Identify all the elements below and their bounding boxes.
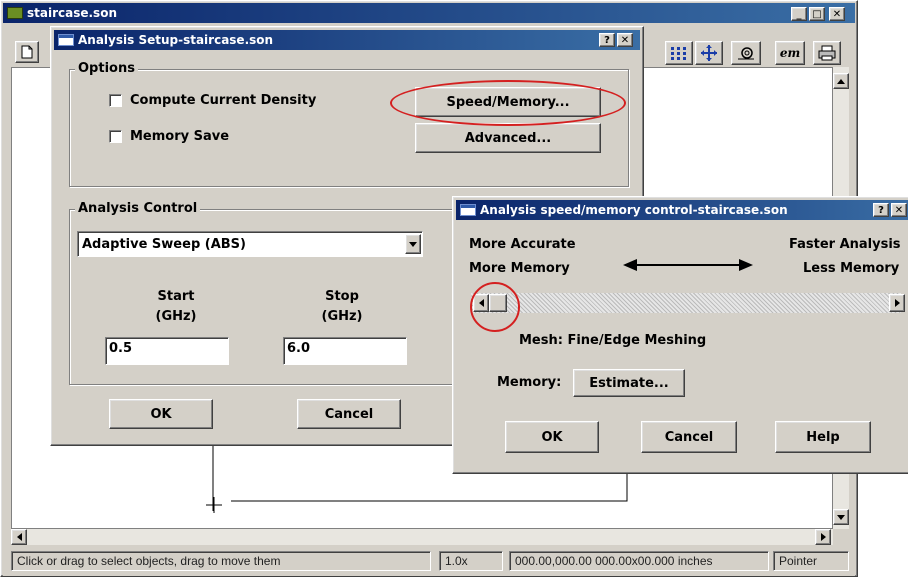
speed-title: Analysis speed/memory control-staircase.…: [480, 203, 788, 217]
advanced-button[interactable]: Advanced...: [415, 123, 601, 153]
status-zoom: 1.0x: [439, 551, 503, 571]
annotation-circle-slider: [470, 282, 520, 332]
speed-cancel-button[interactable]: Cancel: [641, 421, 737, 453]
window-icon: [460, 204, 476, 216]
speed-title-bar: Analysis speed/memory control-staircase.…: [456, 200, 908, 220]
start-frequency-input[interactable]: 0.5: [105, 337, 229, 365]
slider-right-button[interactable]: [889, 294, 905, 312]
sweep-type-value: Adaptive Sweep (ABS): [82, 236, 246, 252]
annotation-circle-speed-memory: [390, 80, 626, 126]
scroll-right-button[interactable]: [815, 529, 831, 545]
scroll-left-button[interactable]: [11, 529, 27, 545]
speed-ok-button[interactable]: OK: [505, 421, 599, 453]
horizontal-scrollbar[interactable]: [11, 529, 833, 545]
accuracy-slider[interactable]: [471, 293, 901, 313]
analysis-control-legend: Analysis Control: [75, 201, 201, 216]
speed-memory-dialog: Analysis speed/memory control-staircase.…: [452, 196, 908, 474]
status-hint: Click or drag to select objects, drag to…: [11, 551, 431, 571]
speed-help-button[interactable]: Help: [775, 421, 871, 453]
memory-save-checkbox[interactable]: Memory Save: [109, 129, 229, 144]
less-memory-label: Less Memory: [803, 261, 900, 276]
start-unit: (GHz): [155, 309, 197, 324]
more-accurate-label: More Accurate: [469, 237, 576, 252]
setup-close-button[interactable]: ✕: [617, 33, 633, 47]
double-arrow-icon: [623, 259, 753, 271]
faster-analysis-label: Faster Analysis: [789, 237, 901, 252]
setup-ok-button[interactable]: OK: [109, 399, 213, 429]
compute-current-density-label: Compute Current Density: [130, 93, 317, 108]
setup-title: Analysis Setup-staircase.son: [78, 33, 274, 47]
setup-help-button[interactable]: ?: [599, 33, 615, 47]
compute-current-density-checkbox[interactable]: Compute Current Density: [109, 93, 316, 108]
options-legend: Options: [75, 61, 138, 76]
window-icon: [58, 34, 74, 46]
setup-cancel-button[interactable]: Cancel: [297, 399, 401, 429]
stop-unit: (GHz): [321, 309, 363, 324]
checkbox-box[interactable]: [109, 94, 122, 107]
mesh-label: Mesh: Fine/Edge Meshing: [519, 333, 707, 348]
scroll-down-button[interactable]: [833, 509, 849, 525]
checkbox-box[interactable]: [109, 130, 122, 143]
estimate-button[interactable]: Estimate...: [573, 369, 685, 397]
memory-save-label: Memory Save: [130, 129, 230, 144]
setup-title-bar: Analysis Setup-staircase.son: [54, 30, 640, 50]
memory-label: Memory:: [497, 375, 562, 390]
start-label: Start: [157, 289, 195, 304]
status-coords: 000.00,000.00 000.00x00.000 inches: [509, 551, 769, 571]
stop-frequency-input[interactable]: 6.0: [283, 337, 407, 365]
scroll-up-button[interactable]: [833, 73, 849, 89]
status-mode: Pointer: [773, 551, 849, 571]
chevron-down-icon[interactable]: [405, 234, 421, 254]
more-memory-label: More Memory: [469, 261, 570, 276]
stop-label: Stop: [325, 289, 359, 304]
speed-close-button[interactable]: ✕: [891, 203, 907, 217]
sweep-type-select[interactable]: Adaptive Sweep (ABS): [77, 231, 423, 257]
speed-help-title-button[interactable]: ?: [873, 203, 889, 217]
